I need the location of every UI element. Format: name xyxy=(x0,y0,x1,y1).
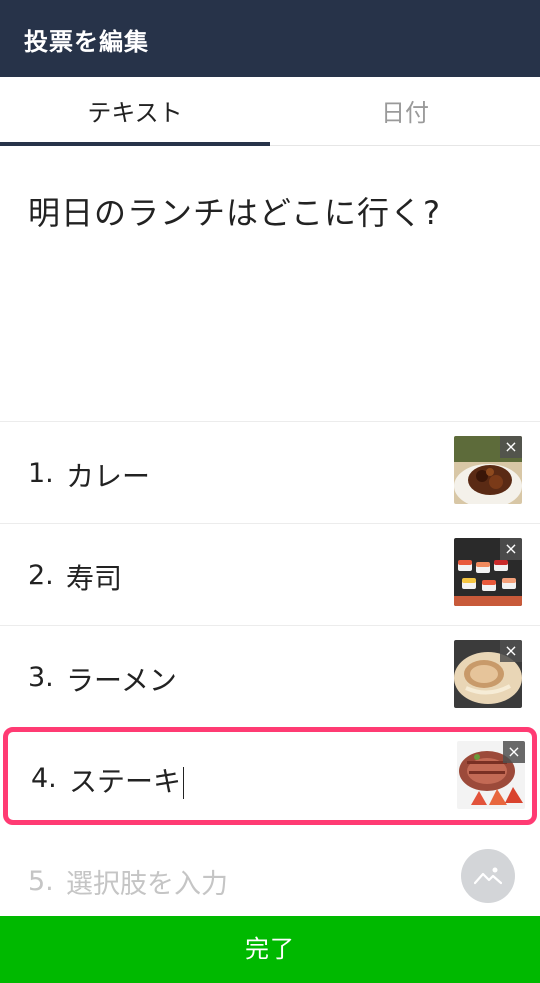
option-label[interactable]: カレー xyxy=(66,455,150,495)
option-image-steak[interactable]: × xyxy=(457,741,525,809)
image-icon xyxy=(474,867,502,885)
option-label-input[interactable]: ステーキ xyxy=(69,760,185,800)
option-number: 5. xyxy=(28,866,54,897)
remove-image-icon[interactable]: × xyxy=(500,640,522,662)
option-label[interactable]: ラーメン xyxy=(66,659,177,699)
question-text[interactable]: 明日のランチはどこに行く? xyxy=(28,188,518,234)
option-item[interactable]: 3. ラーメン × xyxy=(0,625,540,727)
option-number: 2. xyxy=(28,560,54,591)
option-image-curry[interactable]: × xyxy=(454,436,522,504)
remove-image-icon[interactable]: × xyxy=(503,741,525,763)
tab-bar: テキスト 日付 xyxy=(0,77,540,146)
option-item[interactable]: 2. 寿司 × xyxy=(0,523,540,625)
option-image-sushi[interactable]: × xyxy=(454,538,522,606)
option-item-focused[interactable]: 4. ステーキ × xyxy=(3,727,537,825)
text-cursor xyxy=(183,767,185,799)
page-title: 投票を編集 xyxy=(24,28,149,56)
app-header: 投票を編集 xyxy=(0,0,540,77)
option-number: 1. xyxy=(28,458,54,489)
new-option-row[interactable]: 5. 選択肢を入力 xyxy=(0,838,540,916)
new-option-input[interactable]: 選択肢を入力 xyxy=(66,862,228,901)
remove-image-icon[interactable]: × xyxy=(500,436,522,458)
done-button[interactable]: 完了 xyxy=(0,916,540,983)
option-item[interactable]: 1. カレー × xyxy=(0,421,540,523)
remove-image-icon[interactable]: × xyxy=(500,538,522,560)
option-number: 3. xyxy=(28,662,54,693)
active-tab-indicator xyxy=(0,142,270,146)
option-label-text: ステーキ xyxy=(69,765,182,798)
option-image-ramen[interactable]: × xyxy=(454,640,522,708)
option-label[interactable]: 寿司 xyxy=(66,557,122,597)
add-image-button[interactable] xyxy=(461,849,515,903)
tab-text[interactable]: テキスト xyxy=(0,77,270,146)
tab-date[interactable]: 日付 xyxy=(270,77,540,146)
option-number: 4. xyxy=(31,763,57,794)
